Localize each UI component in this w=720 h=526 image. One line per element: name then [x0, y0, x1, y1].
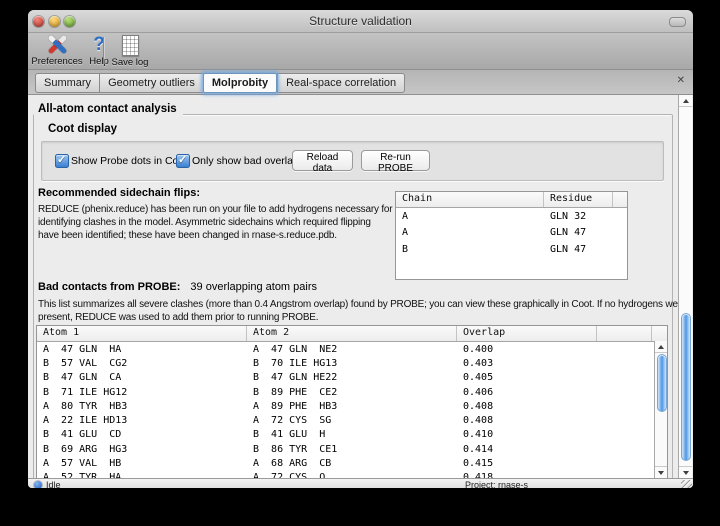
table-row[interactable]: B 57 VAL CG2B 70 ILE HG130.403	[37, 356, 667, 370]
scroll-up-arrow-icon[interactable]	[679, 95, 692, 107]
close-tab-icon[interactable]: ✕	[677, 75, 685, 87]
tab-summary[interactable]: Summary	[35, 73, 99, 93]
column-header-overlap[interactable]: Overlap	[457, 326, 597, 341]
rerun-probe-button[interactable]: Re-run PROBE	[361, 150, 430, 171]
save-log-label: Save log	[112, 57, 149, 68]
show-probe-dots-label: Show Probe dots in Coot	[71, 155, 187, 167]
reduce-description: REDUCE (phenix.reduce) has been run on y…	[38, 203, 392, 242]
only-bad-overlaps-label: Only show bad overlaps	[192, 155, 304, 167]
bad-contacts-label: Bad contacts from PROBE:	[38, 281, 180, 293]
scrollbar-thumb[interactable]	[657, 354, 667, 412]
column-header-residue[interactable]: Residue	[544, 192, 613, 207]
column-header-atom2[interactable]: Atom 2	[247, 326, 457, 341]
structure-validation-window: Structure validation Preferences ? Help …	[28, 10, 693, 488]
table-row[interactable]: B 71 ILE HG12B 89 PHE CE20.406	[37, 385, 667, 399]
bad-contacts-table: Atom 1 Atom 2 Overlap A 47 GLN HAA 47 GL…	[36, 325, 668, 478]
save-log-grid-icon	[122, 35, 139, 56]
coot-display-title: Coot display	[48, 123, 117, 135]
tab-real-space-correlation[interactable]: Real-space correlation	[277, 73, 405, 93]
table-row[interactable]: A GLN 32	[396, 208, 627, 225]
status-bar: Idle Project: rnase-s	[28, 478, 693, 488]
save-log-button[interactable]: Save log	[108, 34, 152, 68]
table-row[interactable]: A 22 ILE HD13A 72 CYS SG0.408	[37, 413, 667, 427]
tab-molprobity[interactable]: Molprobity	[203, 73, 277, 93]
table-row[interactable]: B 47 GLN CAB 47 GLN HE220.405	[37, 371, 667, 385]
show-probe-dots-checkbox[interactable]: ✓	[55, 154, 69, 168]
table-row[interactable]: A 57 VAL HBA 68 ARG CB0.415	[37, 456, 667, 470]
check-icon: ✓	[57, 153, 66, 166]
help-question-icon: ?	[89, 34, 109, 55]
status-text: Idle	[46, 480, 61, 488]
table-row[interactable]: A 52 TYR HAA 72 CYS O0.418	[37, 471, 667, 478]
reload-data-button[interactable]: Reload data	[292, 150, 353, 171]
column-header-chain[interactable]: Chain	[396, 192, 544, 207]
scroll-down-arrow-icon[interactable]	[679, 466, 692, 478]
flips-table-header: Chain Residue	[396, 192, 627, 208]
main-toolbar: Preferences ? Help Save log	[28, 33, 693, 70]
only-bad-overlaps-checkbox[interactable]: ✓	[176, 154, 190, 168]
column-header-atom1[interactable]: Atom 1	[37, 326, 247, 341]
status-indicator-icon	[34, 481, 42, 488]
preferences-label: Preferences	[31, 56, 82, 67]
column-header-spacer	[613, 192, 627, 207]
contacts-table-scrollbar[interactable]	[654, 341, 667, 478]
preferences-tools-icon	[46, 34, 68, 55]
panel-scrollbar[interactable]	[678, 95, 692, 478]
title-bar[interactable]: Structure validation	[28, 10, 693, 33]
preferences-button[interactable]: Preferences	[32, 34, 82, 68]
table-row[interactable]: A 80 TYR HB3A 89 PHE HB30.408	[37, 399, 667, 413]
sidechain-flips-table: Chain Residue A GLN 32 A GLN 47 B GLN 47	[395, 191, 628, 280]
molprobity-panel: All-atom contact analysis Coot display ✓…	[28, 95, 693, 478]
table-row[interactable]: B 41 GLU CDB 41 GLU H0.410	[37, 428, 667, 442]
column-header-spacer	[597, 326, 652, 341]
column-header-spacer	[652, 326, 667, 341]
table-row[interactable]: A GLN 47	[396, 225, 627, 242]
bad-contacts-label-row: Bad contacts from PROBE: 39 overlapping a…	[38, 281, 317, 293]
scroll-up-arrow-icon[interactable]	[655, 341, 667, 353]
table-row[interactable]: B GLN 47	[396, 241, 627, 258]
probe-description: This list summarizes all severe clashes …	[38, 298, 686, 324]
sidechain-flips-label: Recommended sidechain flips:	[38, 187, 200, 199]
coot-display-box: ✓ Show Probe dots in Coot ✓ Only show ba…	[41, 141, 664, 181]
table-row[interactable]: A 47 GLN HAA 47 GLN NE20.400	[37, 342, 667, 356]
help-label: Help	[89, 56, 109, 67]
resize-grip[interactable]	[681, 480, 692, 488]
section-title: All-atom contact analysis	[34, 102, 183, 116]
check-icon: ✓	[178, 153, 187, 166]
contacts-table-header: Atom 1 Atom 2 Overlap	[37, 326, 667, 342]
toolbar-separator	[103, 37, 104, 64]
toolbar-toggle-button[interactable]	[669, 17, 686, 27]
tab-strip: Summary Geometry outliers Molprobity Rea…	[28, 70, 693, 95]
scrollbar-thumb[interactable]	[681, 313, 691, 461]
table-row[interactable]: B 69 ARG HG3B 86 TYR CE10.414	[37, 442, 667, 456]
bad-contacts-count: 39 overlapping atom pairs	[190, 281, 317, 293]
scroll-down-arrow-icon[interactable]	[655, 466, 667, 478]
window-title: Structure validation	[28, 14, 693, 28]
project-label: Project: rnase-s	[465, 480, 528, 488]
tab-geometry-outliers[interactable]: Geometry outliers	[99, 73, 203, 93]
